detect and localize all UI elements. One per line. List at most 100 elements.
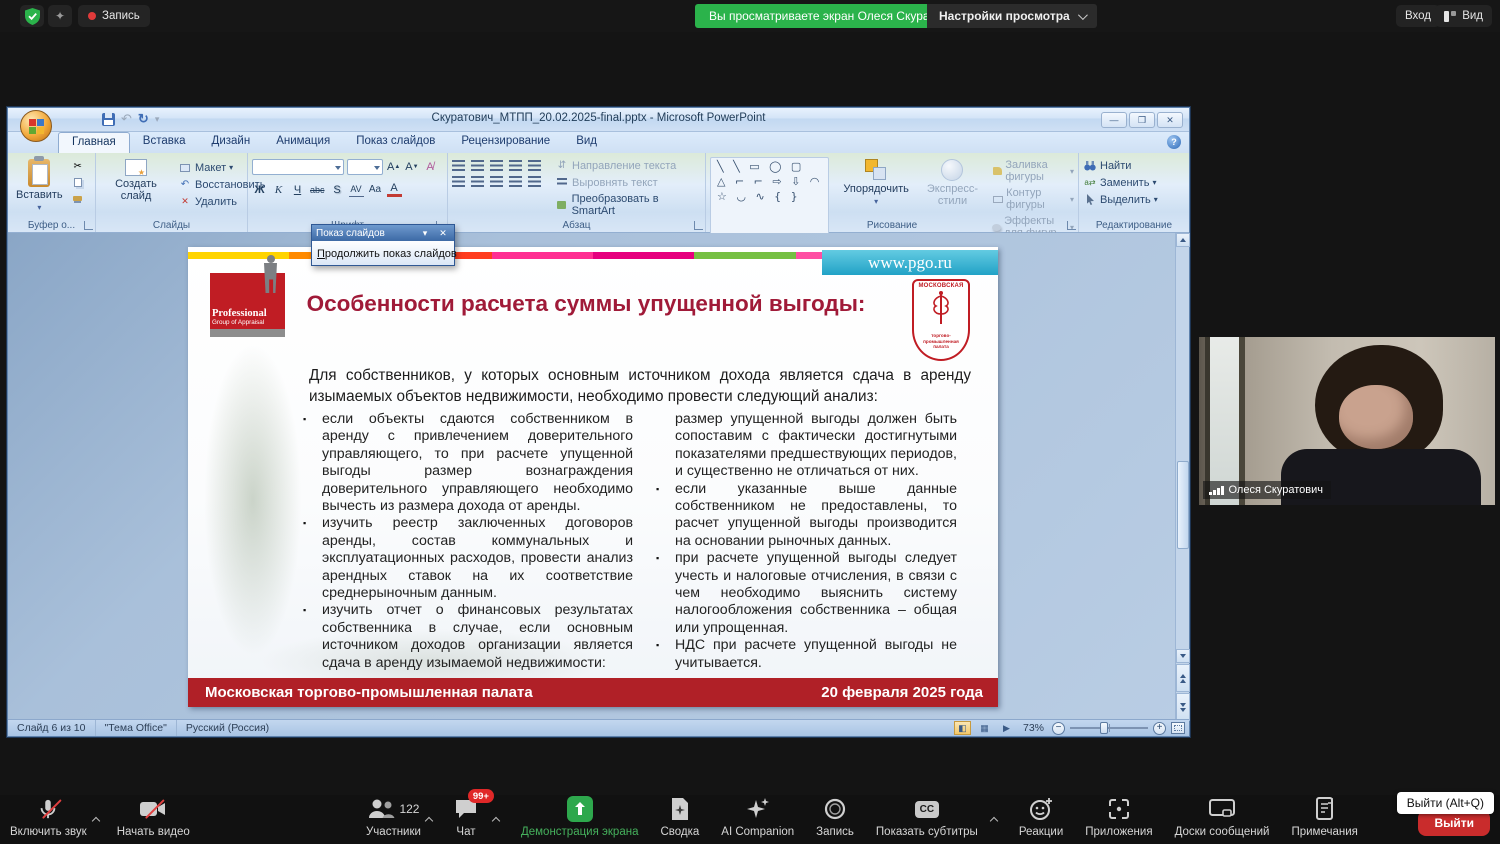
unmute-button[interactable]: Включить звук <box>10 796 87 838</box>
meeting-info-shield-icon[interactable] <box>20 5 44 27</box>
bullets-button[interactable] <box>452 160 465 171</box>
slide-intro-paragraph[interactable]: Для собственников, у которых основным ис… <box>309 365 971 407</box>
chat-chevron-icon[interactable] <box>492 817 500 825</box>
participants-button[interactable]: 122 Участники <box>366 796 421 838</box>
share-screen-button[interactable]: Демонстрация экрана <box>521 796 639 838</box>
tab-animation[interactable]: Анимация <box>263 132 343 153</box>
minimize-button[interactable]: — <box>1101 112 1127 128</box>
popup-dropdown-icon[interactable]: ▾ <box>418 227 432 239</box>
apps-button[interactable]: Приложения <box>1085 796 1152 838</box>
columns-button[interactable] <box>528 176 541 187</box>
scrollbar-thumb[interactable] <box>1177 461 1189 549</box>
font-name-combo[interactable] <box>252 159 344 175</box>
resume-slideshow-button[interactable]: Продолжить показ слайдов <box>317 248 457 260</box>
copy-button[interactable] <box>71 176 85 189</box>
help-button[interactable]: ? <box>1167 135 1181 149</box>
convert-smartart-button[interactable]: Преобразовать в SmartArt <box>555 193 701 217</box>
clear-formatting-button[interactable]: A̸ <box>423 160 438 175</box>
record-button[interactable]: Запись <box>816 796 854 838</box>
find-button[interactable]: Найти <box>1083 159 1185 172</box>
zoom-slider-thumb[interactable] <box>1100 722 1108 734</box>
font-size-combo[interactable] <box>347 159 383 175</box>
shrink-font-button[interactable]: A▼ <box>404 160 419 175</box>
change-case-button[interactable]: Aa <box>368 182 383 197</box>
slide-scrollbar[interactable] <box>1175 233 1189 721</box>
fit-to-window-button[interactable] <box>1171 722 1185 734</box>
captions-chevron-icon[interactable] <box>990 817 998 825</box>
whiteboards-button[interactable]: Доски сообщений <box>1175 796 1270 838</box>
grow-font-button[interactable]: A▲ <box>386 160 401 175</box>
previous-slide-button[interactable] <box>1176 664 1190 692</box>
slideshow-view-button[interactable]: ▶ <box>998 721 1015 735</box>
slide-editing-area[interactable]: www.pgo.ru Professional Group of Apprais… <box>8 233 1189 721</box>
ppt-title-bar[interactable]: ↶ ↻ ▾ Скуратович_МТПП_20.02.2025-final.p… <box>8 108 1189 132</box>
popup-close-icon[interactable]: ✕ <box>436 227 450 239</box>
justify-button[interactable] <box>509 176 522 187</box>
align-center-button[interactable] <box>471 176 484 187</box>
zoom-slider[interactable] <box>1070 721 1148 735</box>
font-color-button[interactable]: А <box>387 182 402 197</box>
theme-name[interactable]: "Тема Office" <box>96 720 177 736</box>
reactions-button[interactable]: Реакции <box>1019 796 1063 838</box>
clipboard-dialog-launcher[interactable] <box>84 221 93 230</box>
tab-design[interactable]: Дизайн <box>199 132 264 153</box>
paste-button[interactable]: Вставить ▾ <box>12 157 67 214</box>
view-mode-button[interactable]: Вид <box>1435 5 1492 27</box>
character-spacing-button[interactable]: AV <box>349 182 364 197</box>
summary-button[interactable]: Сводка <box>660 796 699 838</box>
text-shadow-button[interactable]: S <box>330 182 345 197</box>
notes-button[interactable]: Примечания <box>1291 796 1357 838</box>
captions-button[interactable]: CC Показать субтитры <box>876 796 978 838</box>
format-painter-button[interactable] <box>71 192 85 205</box>
language-indicator[interactable]: Русский (Россия) <box>177 720 278 736</box>
tab-review[interactable]: Рецензирование <box>448 132 563 153</box>
slide[interactable]: www.pgo.ru Professional Group of Apprais… <box>188 247 998 707</box>
slide-sorter-view-button[interactable]: ▦ <box>976 721 993 735</box>
view-settings-button[interactable]: Настройки просмотра <box>927 4 1097 28</box>
strikethrough-button[interactable]: abc <box>309 182 326 197</box>
paste-dropdown-icon[interactable]: ▾ <box>37 203 41 212</box>
new-slide-button[interactable]: Создать слайд <box>100 157 172 208</box>
tab-slideshow[interactable]: Показ слайдов <box>343 132 448 153</box>
webcam-video-tile[interactable]: Олеся Скуратович <box>1199 337 1495 505</box>
office-button[interactable] <box>20 110 52 142</box>
slideshow-popup-titlebar[interactable]: Показ слайдов ▾ ✕ <box>312 225 454 241</box>
recording-indicator[interactable]: Запись <box>78 5 150 27</box>
scroll-up-button[interactable] <box>1176 233 1190 247</box>
restore-button[interactable]: ❒ <box>1129 112 1155 128</box>
effects-sparkle-button[interactable]: ✦ <box>48 5 72 27</box>
zoom-out-button[interactable]: − <box>1052 722 1065 735</box>
zoom-in-button[interactable]: + <box>1153 722 1166 735</box>
slide-title[interactable]: Особенности расчета суммы упущенной выго… <box>292 291 880 317</box>
tab-home[interactable]: Главная <box>58 132 130 153</box>
normal-view-button[interactable]: ◧ <box>954 721 971 735</box>
italic-button[interactable]: К <box>271 182 286 197</box>
shape-fill-button[interactable]: Заливка фигуры ▾ <box>992 159 1074 183</box>
increase-indent-button[interactable] <box>509 160 522 171</box>
scroll-down-button[interactable] <box>1176 649 1190 663</box>
replace-button[interactable]: a⇄ Заменить ▾ <box>1083 176 1185 189</box>
align-left-button[interactable] <box>452 176 465 187</box>
start-video-button[interactable]: Начать видео <box>117 796 190 838</box>
align-text-button[interactable]: Выровнять текст <box>555 176 701 189</box>
text-direction-button[interactable]: ⇵ Направление текста <box>555 159 701 172</box>
ai-companion-button[interactable]: AI Companion <box>721 796 794 838</box>
slide-counter[interactable]: Слайд 6 из 10 <box>8 720 96 736</box>
numbering-button[interactable] <box>471 160 484 171</box>
line-spacing-button[interactable] <box>528 160 541 171</box>
shape-outline-button[interactable]: Контур фигуры ▾ <box>992 187 1074 211</box>
chat-button[interactable]: 99+ Чат <box>454 796 478 838</box>
cut-button[interactable]: ✂ <box>71 160 85 173</box>
select-button[interactable]: Выделить ▾ <box>1083 193 1185 206</box>
slide-right-column[interactable]: размер упущенной выгоды должен быть сопо… <box>654 411 957 672</box>
paragraph-dialog-launcher[interactable] <box>694 221 703 230</box>
drawing-dialog-launcher[interactable] <box>1067 221 1076 230</box>
zoom-percentage[interactable]: 73% <box>1020 722 1047 734</box>
decrease-indent-button[interactable] <box>490 160 503 171</box>
audio-options-chevron-icon[interactable] <box>91 817 99 825</box>
tab-view[interactable]: Вид <box>563 132 610 153</box>
underline-button[interactable]: Ч <box>290 182 305 197</box>
slide-left-column[interactable]: ▪ если объекты сдаются собственником в а… <box>301 411 633 672</box>
next-slide-button[interactable] <box>1176 693 1190 721</box>
signin-button[interactable]: Вход <box>1396 5 1440 27</box>
